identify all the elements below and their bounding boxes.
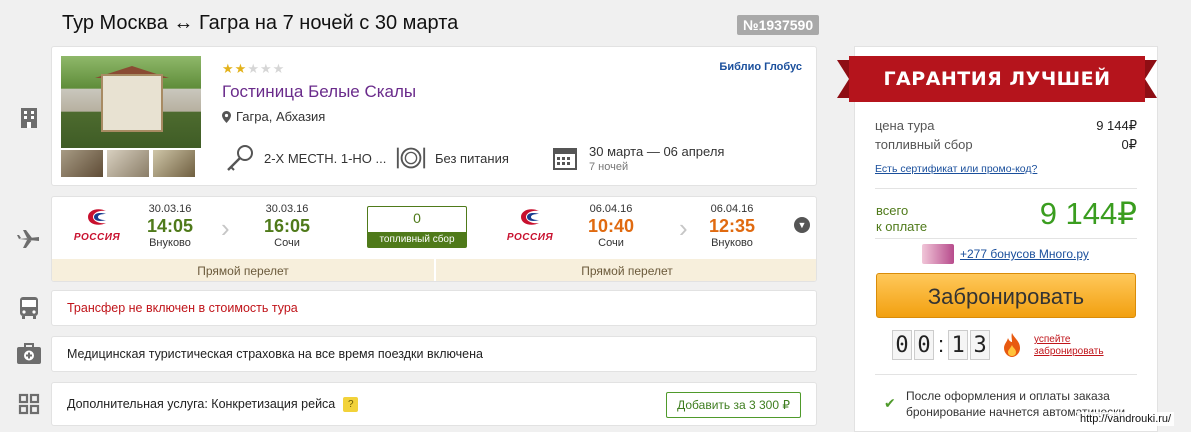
hotel-card: ★★★★★ Гостиница Белые Скалы Гагра, Абхаз… [51,46,817,186]
chevron-right-icon: › [221,213,230,243]
room-text: 2-Х МЕСТН. 1-НО ... [264,150,387,166]
key-icon [224,142,256,174]
timer-digit: 0 [914,330,934,360]
star-icon: ★★ [222,61,248,76]
hotel-location: Гагра, Абхазия [222,109,325,124]
countdown-timer: 0 0 : 1 3 [892,330,991,360]
plate-cutlery-icon [395,142,427,174]
fuel-value: 0 [413,210,421,226]
airplane-icon [14,224,44,254]
hotel-stars: ★★★★★ [222,61,285,77]
location-text: Гагра, Абхазия [236,109,326,124]
fuel-price-row: топливный сбор 0₽ [875,137,1137,153]
airline-emblem-icon [88,209,106,225]
expand-flights-button[interactable]: ▼ [794,217,810,233]
total-label: всего к оплате [876,203,928,234]
tour-dates: 30 марта — 06 апреля 7 ночей [549,142,724,174]
timer-digit: 3 [970,330,991,360]
extra-service: Дополнительная услуга: Конкретизация рей… [51,382,817,426]
hotel-thumbnail[interactable] [153,150,195,177]
airline-logo: РОССИЯ [64,207,130,243]
divider [875,238,1137,239]
grid-icon [14,389,44,419]
tour-price-value: 9 144₽ [1096,118,1137,133]
checkmark-icon: ✔ [884,395,896,411]
medical-kit-icon [14,339,44,369]
star-empty-icon: ★★★ [247,61,286,76]
building-icon [14,102,44,132]
tour-operator: Библио Глобус [719,61,802,73]
arrival-city: Сочи [274,237,300,249]
timer-digit: 0 [892,330,912,360]
outbound-arrival: 30.03.16 16:05 Сочи [247,203,327,249]
arrival-time: 12:35 [708,216,756,236]
divider [875,374,1137,375]
hotel-thumbnail[interactable] [61,150,103,177]
best-price-ribbon: ГАРАНТИЯ ЛУЧШЕЙ ЦЕНЫ [837,56,1157,136]
chevron-right-icon: › [679,213,688,243]
airline-name: РОССИЯ [73,232,121,243]
bonus-card-icon [922,244,954,264]
ribbon-text: ГАРАНТИЯ ЛУЧШЕЙ ЦЕНЫ [849,56,1145,136]
nights-text: 7 ночей [589,160,629,173]
divider [875,188,1137,189]
transfer-info: Трансфер не включен в стоимость тура [51,290,817,326]
page-title: Тур Москва ↔ Гагра на 7 ночей с 30 марта [62,12,459,34]
dates-text: 30 марта — 06 апреля [589,143,725,159]
fuel-price-label: топливный сбор [875,137,973,152]
calendar-icon [549,142,581,174]
tour-number-badge: №1937590 [737,15,820,35]
chevron-down-icon: ▼ [797,220,807,230]
arrival-date: 30.03.16 [265,203,309,215]
fuel-price-value: 0₽ [1121,137,1137,152]
bonus-info: +277 бонусов Много.ру [922,244,1089,264]
watermark: http://vandrouki.ru/ [1077,412,1175,426]
tour-price-label: цена тура [875,118,935,133]
return-arrival: 06.04.16 12:35 Внуково [692,203,772,249]
outbound-flight-type: Прямой перелет [52,259,434,281]
airline-name: РОССИЯ [506,232,554,243]
extra-service-label: Дополнительная услуга: Конкретизация рей… [67,397,336,411]
total-price: 9 144₽ [1039,196,1137,231]
departure-city: Внуково [149,237,191,249]
map-pin-icon [222,110,231,123]
room-type: 2-Х МЕСТН. 1-НО ... [224,142,386,174]
fire-icon [1003,333,1021,363]
departure-time: 14:05 [146,216,194,236]
hotel-thumbnails [61,150,195,177]
book-button[interactable]: Забронировать [876,273,1136,318]
bus-icon [14,293,44,323]
departure-time: 10:40 [587,216,635,236]
promo-code-link[interactable]: Есть сертификат или промо-код? [875,163,1037,175]
departure-city: Сочи [598,237,624,249]
tour-price-row: цена тура 9 144₽ [875,118,1137,134]
flights-card: РОССИЯ 30.03.16 14:05 Внуково › 30.03.16… [51,196,817,282]
hurry-link[interactable]: успейте забронировать [1034,334,1104,358]
bonus-link[interactable]: +277 бонусов Много.ру [960,247,1089,261]
return-flight-type: Прямой перелет [436,259,816,281]
outbound-departure: 30.03.16 14:05 Внуково [130,203,210,249]
airline-emblem-icon [521,209,539,225]
fuel-label: топливный сбор [368,232,466,247]
hotel-name-link[interactable]: Гостиница Белые Скалы [222,82,416,102]
timer-digit: 1 [948,330,969,360]
departure-date: 06.04.16 [589,203,633,215]
add-service-button[interactable]: Добавить за 3 300 ₽ [666,392,801,418]
arrival-time: 16:05 [263,216,311,236]
meal-type: Без питания [395,142,509,174]
return-departure: 06.04.16 10:40 Сочи [571,203,651,249]
arrival-city: Внуково [711,237,753,249]
fuel-surcharge-box: 0 топливный сбор [367,206,467,248]
meal-text: Без питания [435,150,509,166]
airline-logo: РОССИЯ [497,207,563,243]
help-icon[interactable]: ? [343,396,359,412]
hotel-thumbnail[interactable] [107,150,149,177]
insurance-info: Медицинская туристическая страховка на в… [51,336,817,372]
departure-date: 30.03.16 [148,203,192,215]
arrival-date: 06.04.16 [710,203,754,215]
hotel-photo[interactable] [61,56,201,148]
